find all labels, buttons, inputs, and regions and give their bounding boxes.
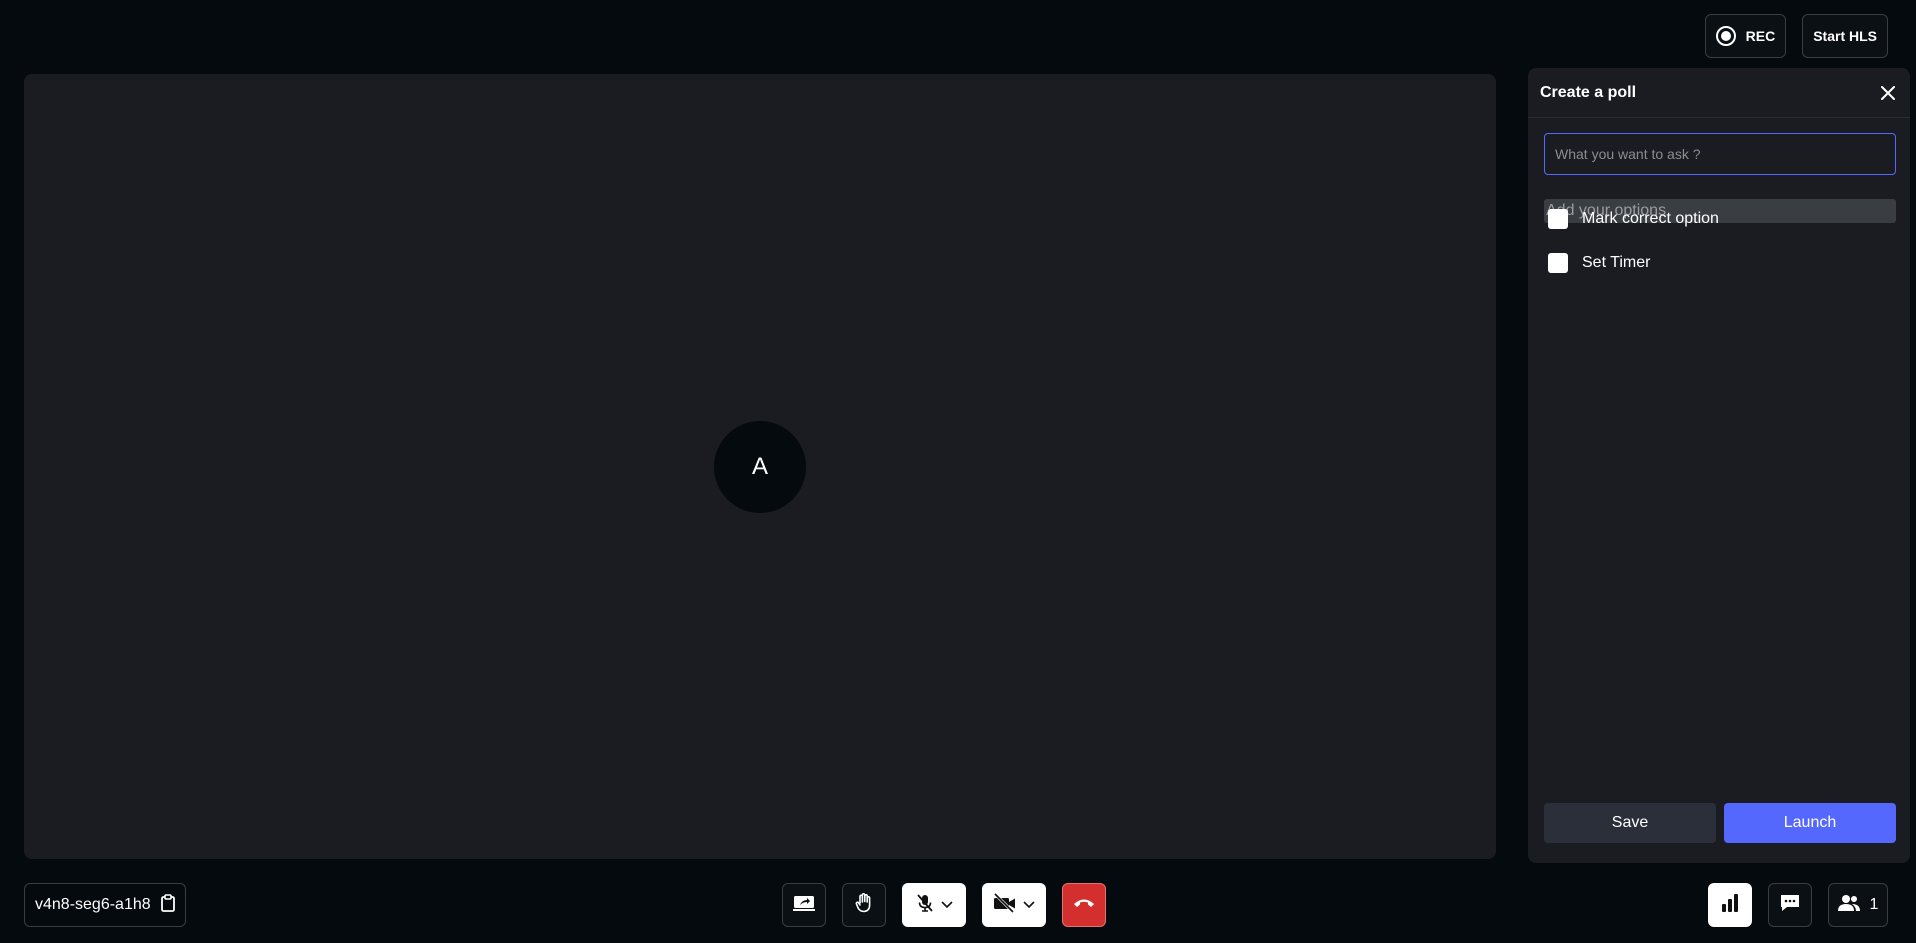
raise-hand-button[interactable] xyxy=(842,883,886,927)
camera-toggle-button[interactable] xyxy=(982,883,1046,927)
camera-off-icon xyxy=(993,892,1017,918)
chat-icon xyxy=(1779,893,1801,918)
participant-avatar: A xyxy=(714,421,806,513)
mark-correct-option-checkbox[interactable] xyxy=(1548,209,1568,229)
video-stage: A xyxy=(24,74,1496,859)
mark-correct-option-row: Mark correct option xyxy=(1548,209,1719,229)
launch-poll-button[interactable]: Launch xyxy=(1724,803,1896,843)
chevron-down-icon[interactable] xyxy=(1023,896,1035,914)
meeting-controls xyxy=(782,883,1106,927)
meeting-id-chip[interactable]: v4n8-seg6-a1h8 xyxy=(24,883,186,927)
participants-button[interactable]: 1 xyxy=(1828,883,1888,927)
save-poll-button[interactable]: Save xyxy=(1544,803,1716,843)
poll-panel-title: Create a poll xyxy=(1540,83,1637,101)
mic-off-icon xyxy=(915,893,935,918)
chevron-down-icon[interactable] xyxy=(941,896,953,914)
poll-question-input[interactable] xyxy=(1544,133,1896,175)
mic-toggle-button[interactable] xyxy=(902,883,966,927)
screen-share-icon xyxy=(793,894,815,917)
start-hls-button[interactable]: Start HLS xyxy=(1802,14,1888,58)
clipboard-icon[interactable] xyxy=(160,893,175,917)
raise-hand-icon xyxy=(855,892,873,918)
set-timer-label: Set Timer xyxy=(1582,254,1651,271)
screen-share-button[interactable] xyxy=(782,883,826,927)
poll-panel-header: Create a poll xyxy=(1528,68,1910,118)
create-poll-panel: Create a poll Mark correct option Set Ti… xyxy=(1528,68,1910,863)
avatar-initial: A xyxy=(751,453,768,480)
bar-chart-icon xyxy=(1720,893,1740,918)
meeting-id-text: v4n8-seg6-a1h8 xyxy=(35,896,151,913)
side-controls: 1 xyxy=(1708,883,1888,927)
poll-button[interactable] xyxy=(1708,883,1752,927)
phone-hangup-icon xyxy=(1073,896,1095,914)
set-timer-checkbox[interactable] xyxy=(1548,253,1568,273)
record-button-label: REC xyxy=(1745,28,1776,44)
chat-button[interactable] xyxy=(1768,883,1812,927)
close-icon[interactable] xyxy=(1878,83,1898,103)
set-timer-row: Set Timer xyxy=(1548,253,1650,273)
participants-icon xyxy=(1837,894,1860,917)
participants-count: 1 xyxy=(1869,896,1879,913)
mark-correct-option-label: Mark correct option xyxy=(1582,210,1719,227)
record-button[interactable]: REC xyxy=(1704,14,1787,58)
record-icon xyxy=(1715,26,1736,46)
poll-actions: Save Launch xyxy=(1544,803,1896,843)
end-call-button[interactable] xyxy=(1062,883,1106,927)
start-hls-label: Start HLS xyxy=(1813,28,1877,44)
top-bar: REC Start HLS xyxy=(1704,14,1888,58)
